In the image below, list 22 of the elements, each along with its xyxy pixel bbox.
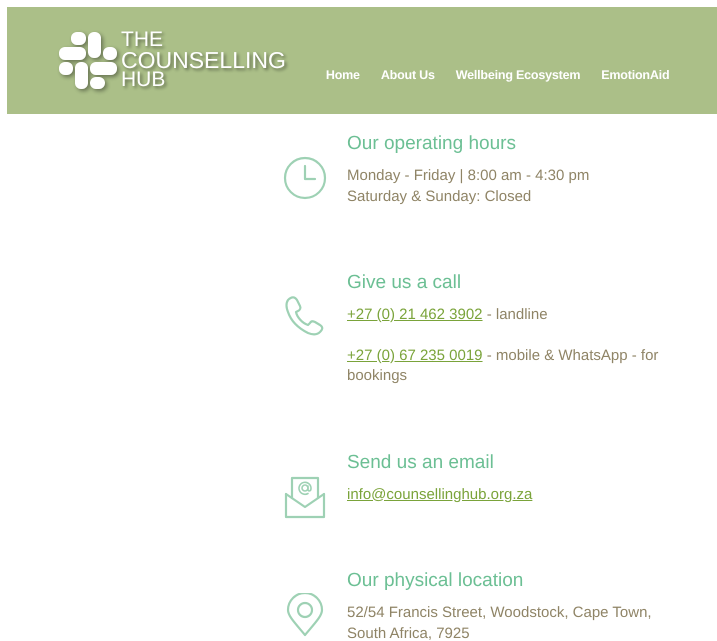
- clock-icon: [283, 156, 327, 200]
- contact-text: Monday - Friday | 8:00 am - 4:30 pm: [347, 166, 590, 186]
- logo-text: COUNSELLING: [121, 50, 286, 71]
- section-heading: Give us a call: [347, 271, 462, 295]
- nav-link[interactable]: About Us: [380, 66, 435, 85]
- nav-link[interactable]: Wellbeing Ecosystem: [456, 66, 580, 85]
- contact-text: +27 (0) 21 462 3902 - landline: [347, 305, 549, 325]
- contact-text: 52/54 Francis Street, Woodstock, Cape Town, South Africa, 7925: [347, 603, 653, 641]
- contact-text: +27 (0) 67 235 0019 - mobile & WhatsApp - for bookings: [347, 346, 660, 386]
- contact-text: Saturday & Sunday: Closed: [347, 186, 532, 206]
- section-heading: Send us an email: [347, 450, 495, 474]
- logo-text: THE: [121, 31, 164, 50]
- section-heading: Our physical location: [347, 569, 524, 593]
- contact-link[interactable]: +27 (0) 21 462 3902: [347, 306, 483, 323]
- logo-icon: [57, 30, 119, 92]
- nav-link[interactable]: Home: [326, 66, 360, 85]
- contact-link[interactable]: +27 (0) 67 235 0019: [347, 346, 483, 364]
- envelope-icon: [283, 474, 327, 518]
- logo-text: HUB: [121, 70, 166, 90]
- section-heading: Our operating hours: [347, 132, 517, 156]
- contact-link[interactable]: info@counsellinghub.org.za: [347, 486, 532, 502]
- nav-link[interactable]: EmotionAid: [601, 66, 670, 85]
